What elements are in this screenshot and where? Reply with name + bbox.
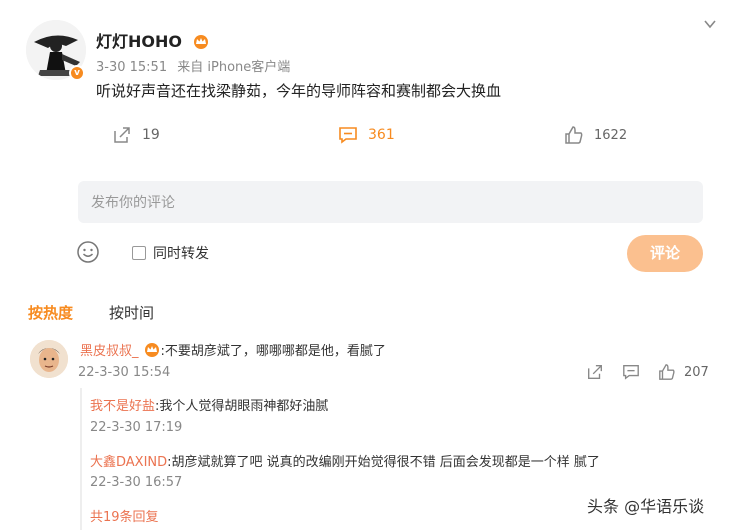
tab-sort-time[interactable]: 按时间 [109,302,154,323]
comment-icon [339,127,357,144]
like-count: 1622 [594,127,628,143]
comment-line: 黑皮叔叔_ :不要胡彦斌了，哪哪哪都是他，看腻了 [80,340,386,359]
share-action[interactable]: 19 [112,124,160,146]
crown-badge-icon [193,35,208,49]
emoji-icon[interactable] [76,240,100,264]
reply-time: 22-3-30 17:19 [90,420,183,435]
like-icon [565,126,583,144]
comment-time: 22-3-30 15:54 [78,365,171,380]
share-count: 19 [142,127,160,143]
post-header: v 灯灯HOHO 3-30 15:51 来自 iPhone客户端 [26,14,726,84]
reply-text: :胡彦斌就算了吧 说真的改编刚开始觉得很不错 后面会发现都是一个样 腻了 [167,455,600,470]
comment-reply-button[interactable] [622,363,640,381]
author-name[interactable]: 灯灯HOHO [96,28,210,52]
like-action[interactable]: 1622 [564,124,627,146]
comment-action[interactable]: 361 [338,124,395,146]
submit-comment-button[interactable]: 评论 [627,235,703,272]
chevron-down-icon[interactable] [702,16,718,32]
crown-badge-icon [144,343,159,357]
comment-input-placeholder: 发布你的评论 [91,195,175,211]
reply-user[interactable]: 我不是好盐 [90,399,155,414]
author-name-text[interactable]: 灯灯HOHO [96,32,182,51]
comment-like-count: 207 [684,364,709,380]
commenter-avatar[interactable] [30,340,68,378]
share-icon [588,365,602,379]
repost-option[interactable]: 同时转发 [132,243,209,263]
reply-user[interactable]: 大鑫DAXIND [90,455,167,470]
tab-sort-hot[interactable]: 按热度 [28,302,73,323]
post-text: 听说好声音还在找梁静茹，今年的导师阵容和赛制都会大换血 [96,82,502,100]
more-replies-link[interactable]: 共19条回复 [90,506,159,525]
post-time[interactable]: 3-30 15:51 [96,60,167,75]
share-icon [114,127,130,143]
like-icon [659,364,675,380]
repost-label: 同时转发 [153,246,209,262]
post-meta: 3-30 15:51 来自 iPhone客户端 [96,56,290,75]
sort-tabs: 按热度 按时间 [28,302,154,323]
comment-input[interactable]: 发布你的评论 [78,181,703,223]
reply-line: 大鑫DAXIND:胡彦斌就算了吧 说真的改编刚开始觉得很不错 后面会发现都是一个… [90,451,600,470]
verified-badge-icon: v [69,65,85,81]
repost-checkbox[interactable] [132,246,146,260]
comment-text: :不要胡彦斌了，哪哪哪都是他，看腻了 [160,344,386,359]
post-source: 来自 iPhone客户端 [177,60,291,75]
watermark: 头条 @华语乐谈 [587,497,705,516]
reply-text: :我个人觉得胡眼雨神都好油腻 [155,399,329,414]
commenter-name[interactable]: 黑皮叔叔_ [80,340,139,359]
comment-like-button[interactable]: 207 [658,363,709,381]
reply-line: 我不是好盐:我个人觉得胡眼雨神都好油腻 [90,395,328,414]
comment-count: 361 [368,127,395,143]
comment-icon [623,365,639,380]
comment-share-button[interactable] [586,363,604,381]
reply-time: 22-3-30 16:57 [90,475,183,490]
